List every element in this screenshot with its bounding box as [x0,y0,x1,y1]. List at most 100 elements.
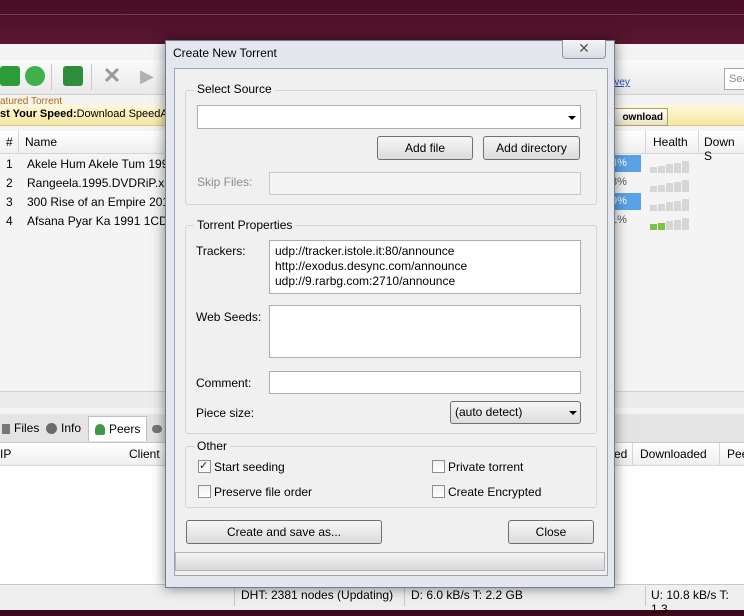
col-client[interactable]: Client [129,447,160,461]
info-icon [46,423,57,435]
health-bar [674,181,681,192]
chevron-down-icon[interactable] [568,116,576,120]
trackers-label: Trackers: [196,244,246,258]
upload-status: U: 10.8 kB/s T: 1.3 [651,588,729,616]
skip-files-input[interactable] [269,172,581,195]
web-seeds-textarea[interactable] [269,305,581,358]
trackers-textarea[interactable]: udp://tracker.istole.it:80/announce http… [269,240,581,294]
health-bar [666,202,673,211]
health-bar [666,183,673,192]
dialog-title: Create New Torrent [173,46,277,60]
start-seeding-label[interactable]: Start seeding [214,460,285,474]
add-directory-button[interactable]: Add directory [483,136,580,160]
source-path-combo[interactable] [197,105,581,129]
speed-test-text[interactable]: st Your Speed:Download SpeedAna [0,108,180,120]
health-bar [666,221,673,230]
health-bar [650,224,657,230]
health-bar [682,161,689,173]
dialog-close-icon[interactable]: ✕ [562,40,606,59]
tab-files[interactable]: Files [0,416,45,440]
creation-progress-bar [175,552,605,571]
select-source-legend: Select Source [194,82,275,96]
health-bar [666,164,673,173]
comment-input[interactable] [269,371,581,394]
status-separator [404,586,405,606]
health-bar [674,162,681,173]
col-num[interactable]: # [6,135,13,149]
health-bar [682,199,689,211]
column-separator [18,131,19,153]
column-separator [632,443,633,465]
row-number: 3 [6,195,13,209]
create-and-save-button[interactable]: Create and save as... [186,520,382,544]
col-ed[interactable]: ed [614,447,627,461]
health-bar [658,165,665,173]
status-separator [234,586,235,606]
health-bar [658,203,665,211]
chat-icon [152,424,162,433]
piece-size-value: (auto detect) [455,405,523,419]
private-torrent-label[interactable]: Private torrent [448,460,523,474]
create-encrypted-label[interactable]: Create Encrypted [448,485,541,499]
start-seeding-checkbox[interactable]: ✓ [198,460,211,473]
tab-info-label: Info [61,421,82,435]
create-torrent-icon[interactable] [63,66,83,86]
torrent-name: Afsana Pyar Ka 1991 1CD D [27,214,180,228]
torrent-properties-legend: Torrent Properties [194,218,296,232]
health-bar [650,167,657,173]
chevron-down-icon [569,411,577,415]
add-url-icon[interactable] [25,66,45,86]
health-bar [658,184,665,192]
tab-peers[interactable]: Peers [88,416,148,441]
tab-info[interactable]: Info [40,416,87,440]
piece-size-label: Piece size: [196,406,255,420]
start-icon[interactable]: ▶ [140,66,160,86]
row-number: 4 [6,214,13,228]
private-torrent-checkbox[interactable] [432,460,445,473]
health-bars [650,178,690,192]
download-button[interactable]: ownload [606,108,668,126]
health-bar [674,219,681,230]
health-bars [650,197,690,211]
download-status: D: 6.0 kB/s T: 2.2 GB [411,588,523,602]
search-input[interactable]: Sea [724,68,744,90]
health-bar [650,186,657,192]
column-separator [719,443,720,465]
col-peer[interactable]: Pee [727,447,744,461]
add-file-button[interactable]: Add file [377,136,473,160]
torrent-name: Akele Hum Akele Tum 199 [27,157,169,171]
col-downloaded[interactable]: Downloaded [640,447,707,461]
add-torrent-icon[interactable] [0,66,20,86]
comment-label: Comment: [196,376,252,390]
tracker-line: udp://tracker.istole.it:80/announce [275,244,455,258]
col-ip[interactable]: IP [0,447,11,461]
preserve-file-order-label[interactable]: Preserve file order [214,485,312,499]
check-icon: ✓ [199,460,209,472]
preserve-file-order-checkbox[interactable] [198,485,211,498]
tab-peers-label: Peers [109,422,141,436]
col-health[interactable]: Health [653,135,688,149]
health-bars [650,216,690,230]
health-bars [650,159,690,173]
col-name[interactable]: Name [25,135,57,149]
health-bar [682,180,689,192]
health-bar [658,222,665,230]
health-bar [674,200,681,211]
tracker-line: http://exodus.desync.com/announce [275,259,468,273]
toolbar-separator [91,64,92,90]
piece-size-select[interactable]: (auto detect) [450,401,581,424]
peers-icon [95,424,105,436]
tab-files-label: Files [14,421,40,435]
torrent-name: Rangeela.1995.DVDRiP.x26 [27,176,178,190]
health-bar [650,205,657,211]
row-number: 1 [6,157,13,171]
create-encrypted-checkbox[interactable] [432,485,445,498]
remove-icon[interactable]: ✕ [102,65,122,87]
column-separator [698,131,699,153]
health-bar [682,218,689,230]
window-title-band [0,0,744,44]
close-button[interactable]: Close [508,520,594,544]
column-separator [645,131,646,153]
other-legend: Other [194,439,231,453]
skip-files-label: Skip Files: [197,175,253,189]
